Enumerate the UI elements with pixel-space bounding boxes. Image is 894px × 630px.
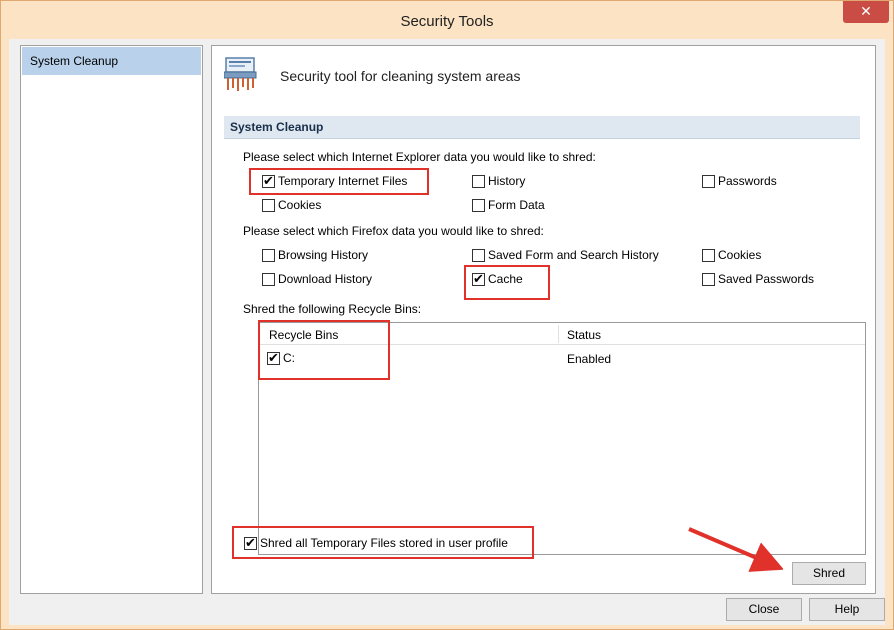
highlight-box: [464, 265, 550, 300]
nav-item-label: System Cleanup: [30, 54, 119, 68]
recycle-bin-status: Enabled: [567, 352, 612, 366]
category-list: System Cleanup: [20, 45, 203, 594]
ff-saved-form-history-checkbox[interactable]: Saved Form and Search History: [472, 248, 659, 262]
system-cleanup-panel: Security tool for cleaning system areas …: [211, 45, 876, 594]
ie-history-checkbox[interactable]: History: [472, 174, 525, 188]
recycle-prompt: Shred the following Recycle Bins:: [243, 302, 422, 316]
ff-download-history-checkbox[interactable]: Download History: [262, 272, 372, 286]
shredder-icon: [224, 57, 257, 91]
ie-form-data-checkbox[interactable]: Form Data: [472, 198, 545, 212]
panel-header-text: Security tool for cleaning system areas: [280, 68, 521, 84]
ie-passwords-checkbox[interactable]: Passwords: [702, 174, 777, 188]
close-window-button[interactable]: ✕: [843, 1, 889, 23]
ie-prompt: Please select which Internet Explorer da…: [243, 150, 596, 164]
highlight-box: [249, 168, 429, 195]
nav-item-system-cleanup[interactable]: System Cleanup: [22, 47, 201, 75]
ff-cookies-checkbox[interactable]: Cookies: [702, 248, 761, 262]
ff-browsing-history-checkbox[interactable]: Browsing History: [262, 248, 368, 262]
help-button[interactable]: Help: [809, 598, 885, 621]
ie-cookies-checkbox[interactable]: Cookies: [262, 198, 321, 212]
firefox-prompt: Please select which Firefox data you wou…: [243, 224, 544, 238]
highlight-box: [258, 320, 390, 380]
ff-saved-passwords-checkbox[interactable]: Saved Passwords: [702, 272, 814, 286]
column-divider[interactable]: [558, 325, 559, 343]
close-icon: ✕: [860, 3, 872, 19]
column-header-status[interactable]: Status: [567, 328, 601, 342]
annotation-arrow-icon: [688, 527, 783, 572]
close-button[interactable]: Close: [726, 598, 802, 621]
shred-button[interactable]: Shred: [792, 562, 866, 585]
section-title: System Cleanup: [224, 116, 860, 139]
security-tools-window: Security Tools ✕ System Cleanup Security…: [0, 0, 894, 630]
title-bar: Security Tools ✕: [1, 1, 893, 37]
window-title: Security Tools: [400, 13, 494, 30]
highlight-box: [232, 526, 534, 559]
